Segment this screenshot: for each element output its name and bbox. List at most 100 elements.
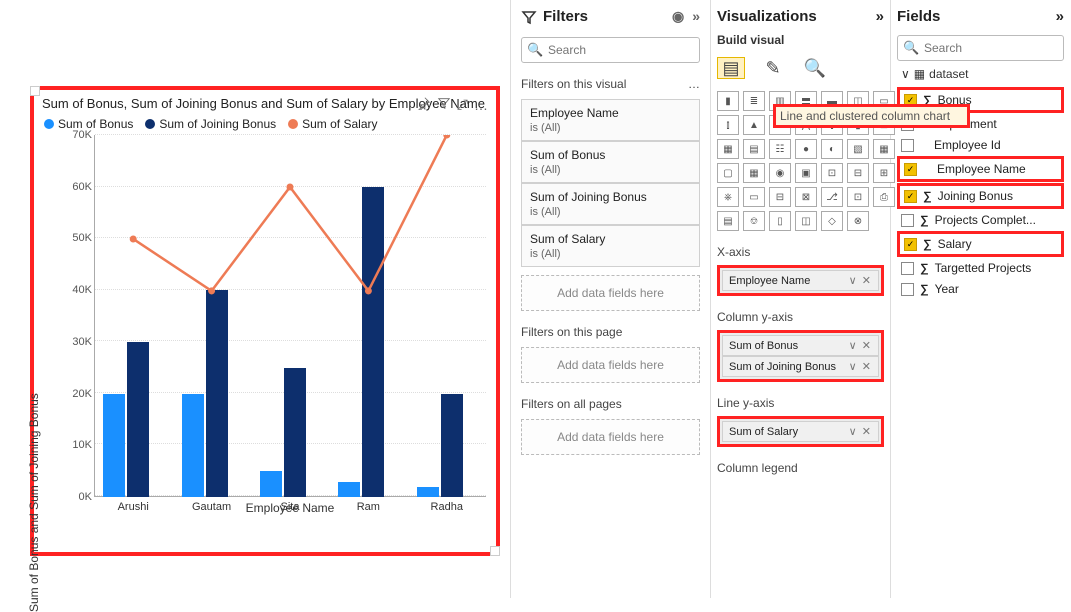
more-icon[interactable]: …	[474, 97, 488, 113]
chevron-down-icon[interactable]: ∨	[849, 426, 858, 438]
dataset-row[interactable]: ∨▦dataset	[897, 67, 1064, 81]
viz-type-icon[interactable]: ◐	[821, 139, 843, 159]
chart-visual[interactable]: Sum of Bonus, Sum of Joining Bonus and S…	[30, 86, 500, 556]
viz-type-icon[interactable]: ⊗	[847, 211, 869, 231]
field-row[interactable]: ✓ ∑ Joining Bonus	[897, 183, 1064, 209]
collapse-icon[interactable]: »	[1056, 8, 1064, 25]
filter-card[interactable]: Sum of Bonusis (All)	[521, 141, 700, 183]
viz-type-icon[interactable]: ◉	[769, 163, 791, 183]
viz-type-icon[interactable]: ⊞	[873, 163, 895, 183]
viz-type-icon[interactable]: ⎈	[717, 187, 739, 207]
filter-search-input[interactable]	[521, 37, 700, 63]
pin-icon[interactable]	[417, 96, 431, 113]
remove-icon[interactable]: ✕	[862, 340, 872, 352]
analytics-icon[interactable]: 🔍	[801, 57, 829, 79]
remove-icon[interactable]: ✕	[862, 361, 872, 373]
focus-icon[interactable]: ⤢	[457, 96, 468, 113]
legend-item[interactable]: Sum of Joining Bonus	[145, 117, 276, 131]
show-icon[interactable]: ◉	[672, 8, 684, 25]
checkbox-icon[interactable]: ✓	[904, 190, 917, 203]
collapse-icon[interactable]: »	[692, 8, 700, 25]
bar-joining-bonus[interactable]	[362, 187, 384, 497]
filter-search[interactable]: 🔍	[521, 37, 700, 63]
viz-type-icon[interactable]: ▭	[743, 187, 765, 207]
viz-type-icon[interactable]: ⫾	[717, 115, 739, 135]
viz-type-icon[interactable]: ▯	[769, 211, 791, 231]
bar-joining-bonus[interactable]	[284, 368, 306, 497]
collapse-icon[interactable]: »	[876, 8, 884, 25]
field-chip[interactable]: Sum of Joining Bonus∨ ✕	[722, 356, 879, 377]
format-icon[interactable]: ✎	[759, 57, 787, 79]
bar-joining-bonus[interactable]	[127, 342, 149, 497]
bar-bonus[interactable]	[417, 487, 439, 497]
fields-search[interactable]: 🔍	[897, 35, 1064, 61]
viz-type-icon[interactable]: ⊡	[847, 187, 869, 207]
bar-bonus[interactable]	[103, 394, 125, 497]
filter-icon[interactable]	[437, 96, 451, 113]
viz-type-icon[interactable]: ⊟	[847, 163, 869, 183]
checkbox-icon[interactable]: ✓	[904, 238, 917, 251]
viz-type-icon[interactable]: ⊟	[769, 187, 791, 207]
field-row[interactable]: ✓ Employee Name	[897, 156, 1064, 182]
checkbox-icon[interactable]: ✓	[904, 163, 917, 176]
more-icon[interactable]: …	[688, 77, 700, 91]
filter-card[interactable]: Sum of Joining Bonusis (All)	[521, 183, 700, 225]
field-row[interactable]: ∑ Targetted Projects	[897, 258, 1064, 278]
viz-type-icon[interactable]: ≣	[743, 91, 765, 111]
filter-card[interactable]: Sum of Salaryis (All)	[521, 225, 700, 267]
viz-type-icon[interactable]: ⊠	[795, 187, 817, 207]
viz-type-icon[interactable]: ☷	[769, 139, 791, 159]
line-y-well[interactable]: Sum of Salary∨ ✕	[717, 416, 884, 447]
bar-group[interactable]: Arushi	[103, 135, 163, 497]
fields-search-input[interactable]	[897, 35, 1064, 61]
viz-type-icon[interactable]: ◇	[821, 211, 843, 231]
viz-type-icon[interactable]: ▤	[717, 211, 739, 231]
bar-bonus[interactable]	[338, 482, 360, 498]
field-row[interactable]: ∑ Projects Complet...	[897, 210, 1064, 230]
field-row[interactable]: ∑ Year	[897, 279, 1064, 299]
column-y-well[interactable]: Sum of Bonus∨ ✕Sum of Joining Bonus∨ ✕	[717, 330, 884, 382]
build-fields-icon[interactable]: ▤	[717, 57, 745, 79]
viz-type-icon[interactable]: ▢	[717, 163, 739, 183]
add-page-filter[interactable]: Add data fields here	[521, 347, 700, 383]
bar-group[interactable]: Gautam	[182, 135, 242, 497]
remove-icon[interactable]: ✕	[862, 426, 872, 438]
legend-item[interactable]: Sum of Salary	[288, 117, 377, 131]
checkbox-icon[interactable]	[901, 262, 914, 275]
field-row[interactable]: ✓ ∑ Salary	[897, 231, 1064, 257]
field-chip[interactable]: Sum of Salary∨ ✕	[722, 421, 879, 442]
viz-type-icon[interactable]: ⊡	[821, 163, 843, 183]
bar-bonus[interactable]	[182, 394, 204, 497]
viz-type-icon[interactable]: ▲	[743, 115, 765, 135]
viz-type-icon[interactable]: ▣	[795, 163, 817, 183]
viz-type-icon[interactable]: ▦	[873, 139, 895, 159]
viz-type-icon[interactable]: ▦	[717, 139, 739, 159]
checkbox-icon[interactable]	[901, 139, 914, 152]
checkbox-icon[interactable]	[901, 283, 914, 296]
chevron-down-icon[interactable]: ∨	[849, 340, 858, 352]
field-chip[interactable]: Employee Name∨ ✕	[722, 270, 879, 291]
field-chip[interactable]: Sum of Bonus∨ ✕	[722, 335, 879, 356]
bar-bonus[interactable]	[260, 471, 282, 497]
filter-card[interactable]: Employee Nameis (All)	[521, 99, 700, 141]
viz-type-icon[interactable]: ●	[795, 139, 817, 159]
viz-type-icon[interactable]: ▦	[743, 163, 765, 183]
viz-type-icon[interactable]: ▮	[717, 91, 739, 111]
viz-type-icon[interactable]: ⎇	[821, 187, 843, 207]
xaxis-well[interactable]: Employee Name∨ ✕	[717, 265, 884, 296]
remove-icon[interactable]: ✕	[862, 275, 872, 287]
chevron-down-icon[interactable]: ∨	[849, 361, 858, 373]
bar-group[interactable]: Ram	[338, 135, 398, 497]
add-all-filter[interactable]: Add data fields here	[521, 419, 700, 455]
bar-joining-bonus[interactable]	[441, 394, 463, 497]
viz-type-icon[interactable]: ▤	[743, 139, 765, 159]
viz-type-icon[interactable]: ⎊	[743, 211, 765, 231]
add-visual-filter[interactable]: Add data fields here	[521, 275, 700, 311]
bar-group[interactable]: Radha	[417, 135, 477, 497]
chevron-down-icon[interactable]: ∨	[849, 275, 858, 287]
checkbox-icon[interactable]	[901, 214, 914, 227]
bar-group[interactable]: Sita	[260, 135, 320, 497]
viz-type-icon[interactable]: ▧	[847, 139, 869, 159]
bar-joining-bonus[interactable]	[206, 290, 228, 497]
viz-type-icon[interactable]: ⎙	[873, 187, 895, 207]
